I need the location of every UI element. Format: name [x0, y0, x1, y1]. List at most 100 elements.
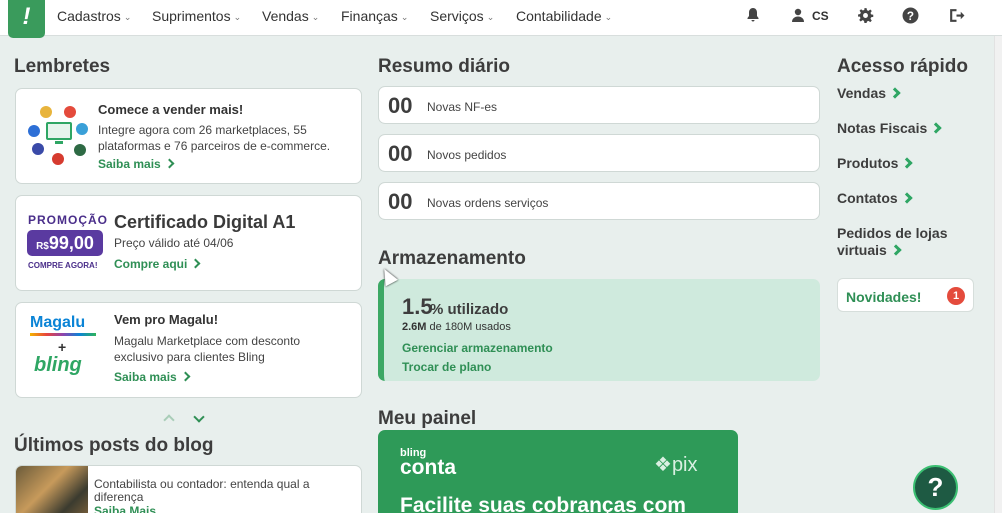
quick-link-produtos[interactable]: Produtos: [837, 155, 914, 172]
menu-servicos[interactable]: Serviços ⌄: [430, 8, 494, 24]
user-initials[interactable]: CS: [812, 9, 829, 23]
storage-used-value: 2.6M: [402, 321, 427, 333]
quick-link-label: Pedidos de lojas virtuais: [837, 225, 948, 258]
marketplace-logo: [74, 144, 86, 156]
carousel-down-icon[interactable]: [193, 411, 205, 423]
link-label: Saiba mais: [98, 157, 161, 171]
link-label: Saiba mais: [114, 370, 177, 384]
menu-cadastros[interactable]: Cadastros ⌄: [57, 8, 131, 24]
summary-nfe[interactable]: 00 Novas NF-es: [378, 86, 820, 124]
marketplace-logo: [32, 143, 44, 155]
bell-icon[interactable]: [743, 7, 763, 27]
chevron-down-icon: ⌄: [311, 12, 320, 22]
banner-headline: Facilite suas cobranças com: [400, 494, 686, 513]
quick-link-contatos[interactable]: Contatos: [837, 190, 913, 207]
chevron-right-icon: [930, 122, 942, 134]
chevron-right-icon: [180, 371, 191, 382]
marketplace-logo: [40, 106, 52, 118]
quick-link-label: Notas Fiscais: [837, 120, 928, 136]
carousel-up-icon[interactable]: [163, 414, 175, 426]
menu-vendas[interactable]: Vendas ⌄: [262, 8, 319, 24]
marketplace-logo: [28, 125, 40, 137]
pix-logo: ❖pix: [654, 452, 698, 477]
marketplaces-link[interactable]: Saiba mais: [98, 157, 175, 171]
quick-link-notas-fiscais[interactable]: Notas Fiscais: [837, 120, 942, 137]
summary-count: 00: [388, 189, 413, 214]
magalu-title: Vem pro Magalu!: [114, 312, 219, 327]
marketplaces-title: Comece a vender mais!: [98, 102, 244, 117]
top-navbar: ! Cadastros ⌄ Suprimentos ⌄ Vendas ⌄ Finanç…: [0, 0, 1002, 38]
marketplace-logo: [64, 106, 76, 118]
promo-value: 99,00: [48, 233, 94, 253]
menu-contabilidade[interactable]: Contabilidade ⌄: [516, 8, 612, 24]
marketplace-logo: [52, 153, 64, 165]
menu-label: Suprimentos: [152, 8, 231, 24]
blog-post-link[interactable]: Saiba Mais: [94, 504, 156, 513]
plus-sign: +: [58, 339, 67, 355]
menu-label: Finanças: [341, 8, 398, 24]
banner-product: conta: [400, 456, 457, 479]
page-scrollbar[interactable]: [994, 36, 1002, 513]
panel-heading: Meu painel: [378, 408, 477, 429]
summary-heading: Resumo diário: [378, 56, 510, 77]
blog-heading: Últimos posts do blog: [14, 435, 214, 456]
bling-logo[interactable]: !: [8, 0, 45, 38]
promo-currency: R$: [36, 241, 49, 252]
magalu-logo: Magalu: [30, 314, 86, 331]
pix-label: pix: [671, 454, 698, 476]
certificate-title: Certificado Digital A1: [114, 212, 296, 232]
storage-used: 2.6M de 180M usados: [402, 321, 511, 333]
bling-conta-banner[interactable]: bling conta ❖pix Facilite suas cobranças…: [378, 430, 738, 513]
blog-post-image: [16, 466, 88, 513]
summary-label: Novas ordens serviços: [427, 196, 549, 210]
news-label: Novidades!: [846, 289, 922, 305]
magalu-link[interactable]: Saiba mais: [114, 370, 191, 384]
user-icon[interactable]: [788, 7, 808, 27]
quick-link-label: Produtos: [837, 155, 899, 171]
chevron-down-icon: ⌄: [123, 12, 132, 22]
menu-label: Serviços: [430, 8, 484, 24]
quick-link-vendas[interactable]: Vendas: [837, 85, 901, 102]
promo-tag: PROMOÇÃO: [28, 213, 108, 227]
change-plan-link[interactable]: Trocar de plano: [402, 360, 491, 374]
storage-heading: Armazenamento: [378, 248, 526, 269]
quick-access-heading: Acesso rápido: [837, 56, 968, 77]
summary-count: 00: [388, 93, 413, 118]
monitor-stand: [55, 141, 63, 144]
svg-text:?: ?: [906, 10, 913, 23]
menu-financas[interactable]: Finanças ⌄: [341, 8, 408, 24]
certificate-text: Preço válido até 04/06: [114, 236, 234, 250]
promo-price: R$99,00: [27, 230, 103, 256]
manage-storage-link[interactable]: Gerenciar armazenamento: [402, 341, 553, 355]
summary-label: Novos pedidos: [427, 148, 507, 162]
chevron-right-icon: [164, 158, 175, 169]
reminders-heading: Lembretes: [14, 56, 111, 77]
help-icon[interactable]: ?: [900, 7, 920, 27]
gear-icon[interactable]: [855, 7, 875, 27]
summary-service-orders[interactable]: 00 Novas ordens serviços: [378, 182, 820, 220]
chevron-down-icon: ⌄: [604, 12, 613, 22]
logout-icon[interactable]: [946, 7, 966, 27]
quick-link-label: Vendas: [837, 85, 887, 101]
magalu-color-bar: [30, 333, 96, 336]
chevron-right-icon: [901, 192, 913, 204]
chevron-down-icon: ⌄: [233, 12, 242, 22]
promo-cta: COMPRE AGORA!: [28, 261, 98, 270]
news-button[interactable]: Novidades! 1: [837, 278, 974, 312]
marketplaces-text: Integre agora com 26 marketplaces, 55 pl…: [98, 123, 331, 153]
storage-percent: 1.5: [402, 294, 433, 319]
storage-percent-label: % utilizado: [430, 301, 509, 318]
summary-count: 00: [388, 141, 413, 166]
chevron-down-icon: ⌄: [486, 12, 495, 22]
certificate-link[interactable]: Compre aqui: [114, 257, 201, 271]
floating-help-button[interactable]: ?: [913, 465, 958, 510]
chevron-right-icon: [889, 87, 901, 99]
summary-orders[interactable]: 00 Novos pedidos: [378, 134, 820, 172]
chevron-right-icon: [190, 258, 201, 269]
quick-link-pedidos-lojas[interactable]: Pedidos de lojas virtuais: [837, 225, 965, 259]
storage-card: 1.5 % utilizado 2.6M de 180M usados Gere…: [378, 279, 820, 381]
chevron-down-icon: ⌄: [400, 12, 409, 22]
blog-post-card[interactable]: Contabilista ou contador: entenda qual a…: [15, 465, 362, 513]
menu-suprimentos[interactable]: Suprimentos ⌄: [152, 8, 241, 24]
pix-diamond-icon: ❖: [654, 454, 672, 476]
